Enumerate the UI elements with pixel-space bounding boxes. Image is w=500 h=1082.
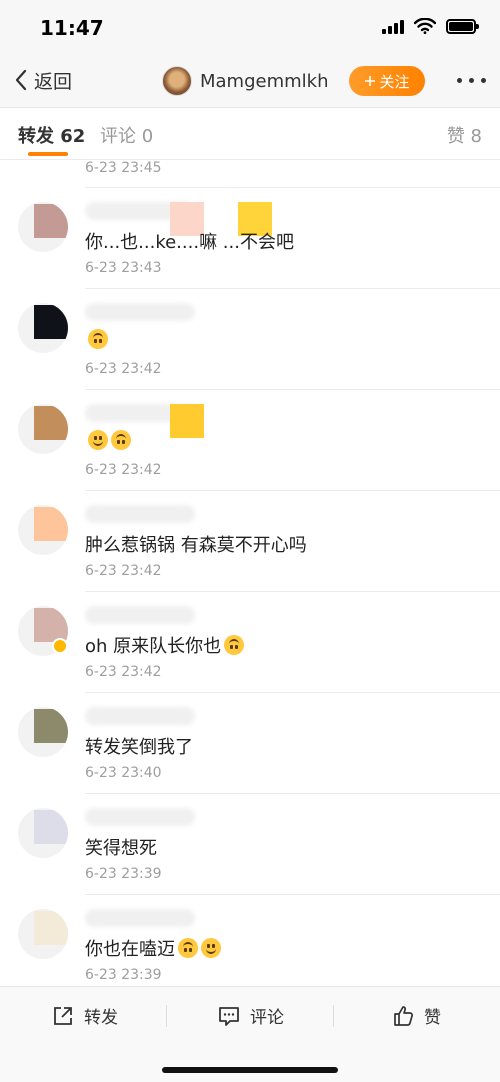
comment-button[interactable]: 评论 — [218, 1003, 284, 1028]
avatar[interactable] — [18, 808, 68, 858]
tab-repost[interactable]: 转发 62 — [18, 122, 85, 148]
divider — [166, 1005, 167, 1027]
list-item[interactable]: 笑得想死 6-23 23:39 — [0, 794, 500, 895]
timestamp: 6-23 23:45 — [85, 160, 162, 176]
nav-user[interactable]: Mamgemmlkh — [162, 66, 329, 96]
redaction-block — [170, 404, 204, 438]
repost-text — [85, 430, 131, 450]
timestamp: 6-23 23:42 — [85, 664, 162, 680]
share-icon — [54, 1006, 72, 1025]
back-label: 返回 — [34, 70, 73, 93]
repost-button[interactable]: 转发 — [52, 1003, 118, 1028]
status-icons — [382, 18, 479, 34]
username-redacted[interactable] — [85, 909, 195, 927]
repost-text — [85, 329, 108, 349]
tab-comment[interactable]: 评论 0 — [100, 122, 153, 148]
tab-bar: 转发 62 评论 0 赞 8 — [0, 108, 500, 160]
slightly-smiling-face-icon — [88, 430, 108, 450]
repost-text-content: 你...也...ke....嘛 ...不会吧 — [85, 232, 294, 253]
divider — [333, 1005, 334, 1027]
back-button[interactable]: 返回 — [12, 66, 72, 94]
avatar[interactable] — [18, 404, 68, 454]
upside-down-face-icon — [88, 329, 108, 349]
repost-text: 转发笑倒我了 — [85, 733, 193, 759]
username-redacted[interactable] — [85, 606, 195, 624]
avatar[interactable] — [18, 909, 68, 959]
list-item[interactable]: 转发笑倒我了 6-23 23:40 — [0, 693, 500, 794]
timestamp: 6-23 23:39 — [85, 866, 162, 882]
list-item[interactable]: 6-23 23:42 — [0, 390, 500, 491]
home-indicator — [162, 1067, 338, 1073]
repost-text-content: 转发笑倒我了 — [85, 737, 193, 758]
repost-text-content: oh 原来队长你也 — [85, 636, 222, 657]
timestamp: 6-23 23:42 — [85, 462, 162, 478]
like-button[interactable]: 赞 — [392, 1003, 441, 1028]
timestamp: 6-23 23:40 — [85, 765, 162, 781]
repost-text: 笑得想死 — [85, 834, 157, 860]
avatar[interactable] — [162, 66, 192, 96]
nav-bar: 返回 Mamgemmlkh 关注 — [0, 56, 500, 108]
avatar[interactable] — [18, 303, 68, 353]
plus-icon — [365, 76, 376, 86]
list-item[interactable]: 你也在嗑迈 6-23 23:39 — [0, 895, 500, 986]
username-redacted[interactable] — [85, 808, 195, 826]
upside-down-face-icon — [178, 938, 198, 958]
tab-like[interactable]: 赞 8 — [447, 122, 482, 148]
repost-text: 肿么惹锅锅 有森莫不开心吗 — [85, 531, 307, 557]
slightly-smiling-face-icon — [201, 938, 221, 958]
follow-label: 关注 — [379, 72, 410, 91]
username-redacted[interactable] — [85, 505, 195, 523]
repost-list[interactable]: 6-23 23:45 你...也...ke....嘛 ...不会吧 6-23 23… — [0, 160, 500, 986]
list-item[interactable]: 6-23 23:42 — [0, 289, 500, 390]
list-item[interactable]: 肿么惹锅锅 有森莫不开心吗 6-23 23:42 — [0, 491, 500, 592]
timestamp: 6-23 23:42 — [85, 361, 162, 377]
active-tab-indicator — [28, 152, 68, 156]
battery-icon — [446, 18, 479, 34]
verified-badge-icon — [52, 638, 68, 654]
repost-text-content: 肿么惹锅锅 有森莫不开心吗 — [85, 535, 307, 556]
username-redacted[interactable] — [85, 707, 195, 725]
thumbs-up-icon — [394, 1005, 413, 1026]
avatar[interactable] — [18, 707, 68, 757]
repost-label: 转发 — [84, 1008, 118, 1028]
list-item[interactable]: oh 原来队长你也 6-23 23:42 — [0, 592, 500, 693]
more-options-icon[interactable] — [457, 78, 486, 83]
wifi-icon — [414, 18, 436, 34]
repost-text: oh 原来队长你也 — [85, 632, 245, 658]
avatar[interactable] — [18, 202, 68, 252]
timestamp: 6-23 23:39 — [85, 967, 162, 983]
username-redacted[interactable] — [85, 303, 195, 321]
repost-text: 你...也...ke....嘛 ...不会吧 — [85, 228, 294, 254]
status-time: 11:47 — [40, 16, 104, 40]
timestamp: 6-23 23:42 — [85, 563, 162, 579]
upside-down-face-icon — [224, 635, 245, 655]
username[interactable]: Mamgemmlkh — [200, 71, 329, 92]
like-label: 赞 — [424, 1008, 441, 1028]
upside-down-face-icon — [111, 430, 131, 450]
comment-icon — [219, 1006, 239, 1026]
status-bar: 11:47 — [0, 0, 500, 56]
comment-label: 评论 — [250, 1008, 284, 1028]
action-bar: 转发 评论 赞 — [0, 986, 500, 1082]
avatar[interactable] — [18, 505, 68, 555]
repost-text: 你也在嗑迈 — [85, 935, 221, 961]
timestamp: 6-23 23:43 — [85, 260, 162, 276]
cellular-signal-icon — [382, 18, 404, 34]
repost-text-content: 你也在嗑迈 — [85, 939, 175, 960]
repost-text-content: 笑得想死 — [85, 838, 157, 859]
chevron-left-icon — [15, 69, 27, 91]
list-item[interactable]: 你...也...ke....嘛 ...不会吧 6-23 23:43 — [0, 188, 500, 289]
follow-button[interactable]: 关注 — [349, 66, 425, 96]
